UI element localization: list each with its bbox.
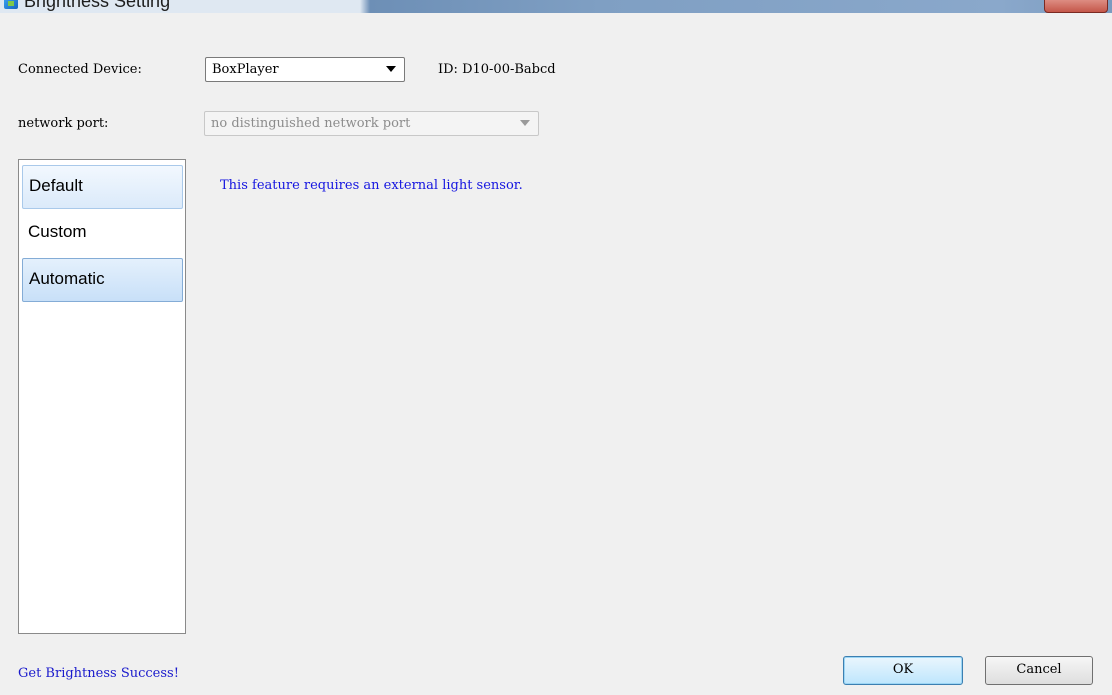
- mode-item-label: Automatic: [29, 269, 105, 288]
- device-select[interactable]: BoxPlayer: [205, 57, 405, 82]
- status-message: Get Brightness Success!: [18, 666, 179, 681]
- device-id-text: ID: D10-00-Babcd: [438, 62, 556, 77]
- window-title: Brightness Setting: [24, 0, 171, 11]
- connected-device-label: Connected Device:: [18, 62, 142, 77]
- sensor-requirement-message: This feature requires an external light …: [220, 178, 523, 193]
- mode-item-default[interactable]: Default: [22, 165, 183, 209]
- title-bar: Brightness Setting: [0, 0, 1112, 13]
- chevron-down-icon: [520, 120, 530, 126]
- mode-item-label: Default: [29, 176, 83, 195]
- device-select-value: BoxPlayer: [212, 62, 279, 77]
- network-port-select[interactable]: no distinguished network port: [204, 111, 539, 136]
- chevron-down-icon: [386, 66, 396, 72]
- mode-list: Default Custom Automatic: [18, 159, 186, 634]
- cancel-button[interactable]: Cancel: [985, 656, 1093, 685]
- network-port-value: no distinguished network port: [211, 116, 411, 131]
- mode-item-automatic[interactable]: Automatic: [22, 258, 183, 302]
- mode-item-custom[interactable]: Custom: [22, 212, 183, 256]
- app-icon: [4, 0, 18, 9]
- ok-button[interactable]: OK: [843, 656, 963, 685]
- mode-item-label: Custom: [28, 222, 87, 241]
- close-button[interactable]: [1044, 0, 1108, 13]
- network-port-label: network port:: [18, 116, 109, 131]
